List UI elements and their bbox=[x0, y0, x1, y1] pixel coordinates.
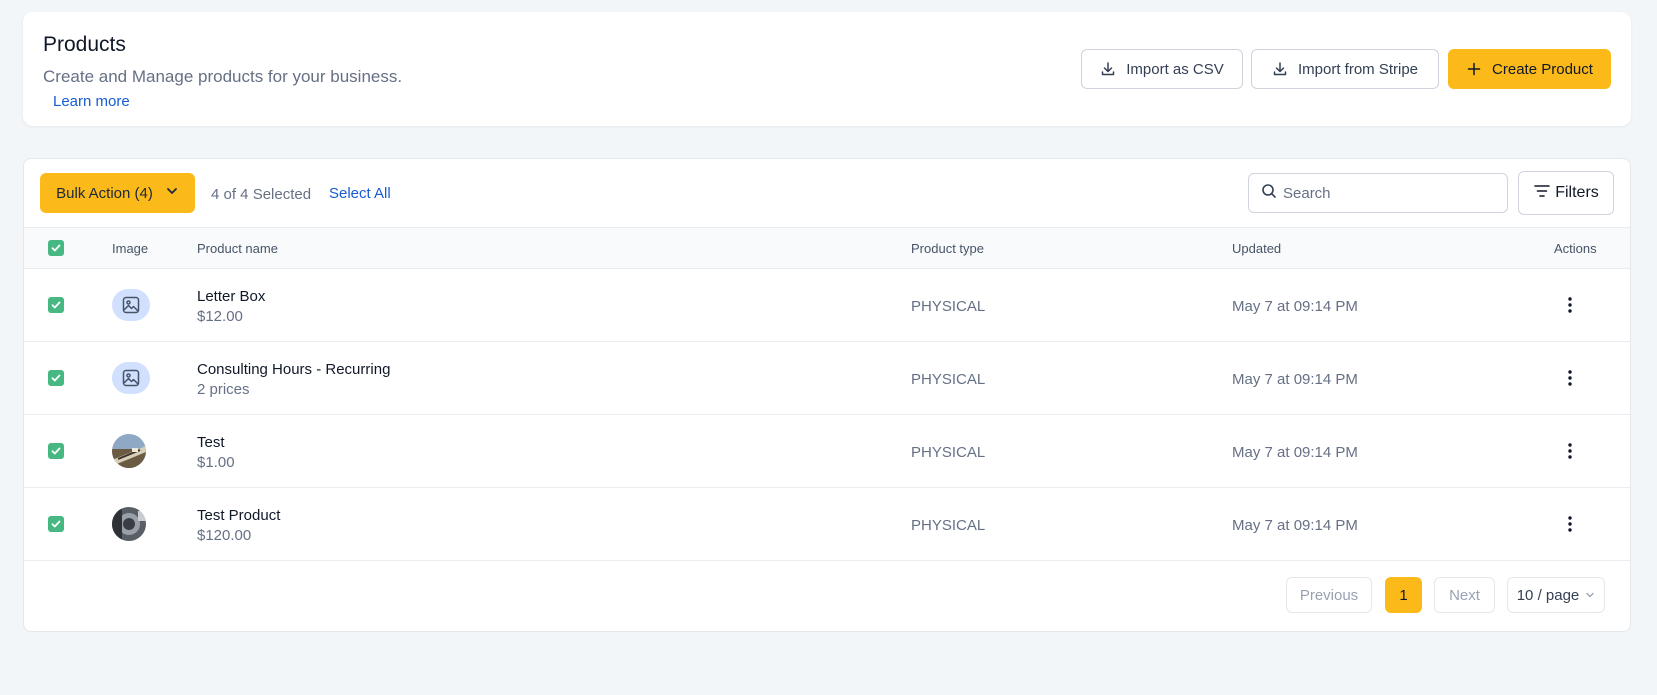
table-row[interactable]: Test Product $120.00 PHYSICAL May 7 at 0… bbox=[24, 488, 1630, 561]
bulk-action-button[interactable]: Bulk Action (4) bbox=[40, 173, 195, 213]
create-product-label: Create Product bbox=[1492, 60, 1593, 78]
column-header-product-name: Product name bbox=[197, 241, 278, 256]
page-size-label: 10 / page bbox=[1516, 586, 1580, 604]
product-updated: May 7 at 09:14 PM bbox=[1232, 444, 1358, 461]
product-type: PHYSICAL bbox=[911, 444, 986, 461]
filters-label: Filters bbox=[1555, 184, 1599, 201]
product-updated: May 7 at 09:14 PM bbox=[1232, 298, 1358, 315]
more-vertical-icon[interactable] bbox=[1560, 368, 1580, 388]
column-header-product-type: Product type bbox=[911, 241, 984, 256]
page-subtitle: Create and Manage products for your busi… bbox=[43, 67, 403, 86]
product-photo bbox=[112, 507, 146, 541]
table-row[interactable]: Consulting Hours - Recurring 2 prices PH… bbox=[24, 342, 1630, 415]
column-header-actions: Actions bbox=[1554, 241, 1597, 256]
product-updated: May 7 at 09:14 PM bbox=[1232, 371, 1358, 388]
product-name[interactable]: Test bbox=[197, 434, 225, 451]
bulk-action-label: Bulk Action (4) bbox=[56, 184, 153, 202]
page-header: Products Create and Manage products for … bbox=[23, 12, 1631, 126]
product-price: $1.00 bbox=[197, 454, 235, 471]
column-header-updated: Updated bbox=[1232, 241, 1282, 256]
column-header-image: Image bbox=[112, 241, 149, 256]
product-type: PHYSICAL bbox=[911, 517, 986, 534]
table-row[interactable]: Test $1.00 PHYSICAL May 7 at 09:14 PM bbox=[24, 415, 1630, 488]
import-stripe-label: Import from Stripe bbox=[1297, 60, 1419, 78]
table-header: Image Product name Product type Updated … bbox=[24, 227, 1630, 269]
more-vertical-icon[interactable] bbox=[1560, 295, 1580, 315]
product-type: PHYSICAL bbox=[911, 371, 986, 388]
product-updated: May 7 at 09:14 PM bbox=[1232, 517, 1358, 534]
select-all-link[interactable]: Select All bbox=[329, 185, 391, 202]
search-input[interactable] bbox=[1283, 184, 1483, 202]
row-checkbox[interactable] bbox=[48, 516, 64, 532]
row-checkbox[interactable] bbox=[48, 370, 64, 386]
product-name[interactable]: Letter Box bbox=[197, 288, 265, 305]
download-icon bbox=[1272, 61, 1288, 77]
search-field[interactable] bbox=[1248, 173, 1508, 213]
product-type: PHYSICAL bbox=[911, 298, 986, 315]
page-1-button[interactable]: 1 bbox=[1385, 577, 1422, 613]
plus-icon bbox=[1466, 61, 1482, 77]
more-vertical-icon[interactable] bbox=[1560, 441, 1580, 461]
page-size-select[interactable]: 10 / page bbox=[1507, 577, 1605, 613]
create-product-button[interactable]: Create Product bbox=[1448, 49, 1611, 89]
next-page-button[interactable]: Next bbox=[1434, 577, 1495, 613]
row-checkbox[interactable] bbox=[48, 443, 64, 459]
product-price: 2 prices bbox=[197, 381, 250, 398]
import-csv-button[interactable]: Import as CSV bbox=[1081, 49, 1243, 89]
import-stripe-button[interactable]: Import from Stripe bbox=[1251, 49, 1439, 89]
select-all-checkbox[interactable] bbox=[48, 240, 64, 256]
chevron-down-icon bbox=[165, 184, 179, 202]
chevron-down-icon bbox=[1585, 587, 1595, 604]
product-price: $12.00 bbox=[197, 308, 243, 325]
product-price: $120.00 bbox=[197, 527, 252, 544]
page-title: Products bbox=[43, 33, 126, 56]
image-placeholder-icon bbox=[112, 289, 150, 321]
learn-more-link[interactable]: Learn more bbox=[53, 93, 130, 110]
filters-button[interactable]: Filters bbox=[1518, 171, 1614, 215]
filter-icon bbox=[1533, 182, 1551, 205]
search-icon bbox=[1261, 183, 1277, 204]
download-icon bbox=[1100, 61, 1116, 77]
selection-count: 4 of 4 Selected bbox=[211, 186, 312, 203]
product-photo bbox=[112, 434, 146, 468]
table-row[interactable]: Letter Box $12.00 PHYSICAL May 7 at 09:1… bbox=[24, 269, 1630, 342]
row-checkbox[interactable] bbox=[48, 297, 64, 313]
more-vertical-icon[interactable] bbox=[1560, 514, 1580, 534]
product-name[interactable]: Consulting Hours - Recurring bbox=[197, 361, 390, 378]
import-csv-label: Import as CSV bbox=[1126, 60, 1224, 78]
previous-page-button[interactable]: Previous bbox=[1286, 577, 1372, 613]
image-placeholder-icon bbox=[112, 362, 150, 394]
product-name[interactable]: Test Product bbox=[197, 507, 280, 524]
products-table-card: Bulk Action (4) 4 of 4 Selected Select A… bbox=[23, 158, 1631, 632]
